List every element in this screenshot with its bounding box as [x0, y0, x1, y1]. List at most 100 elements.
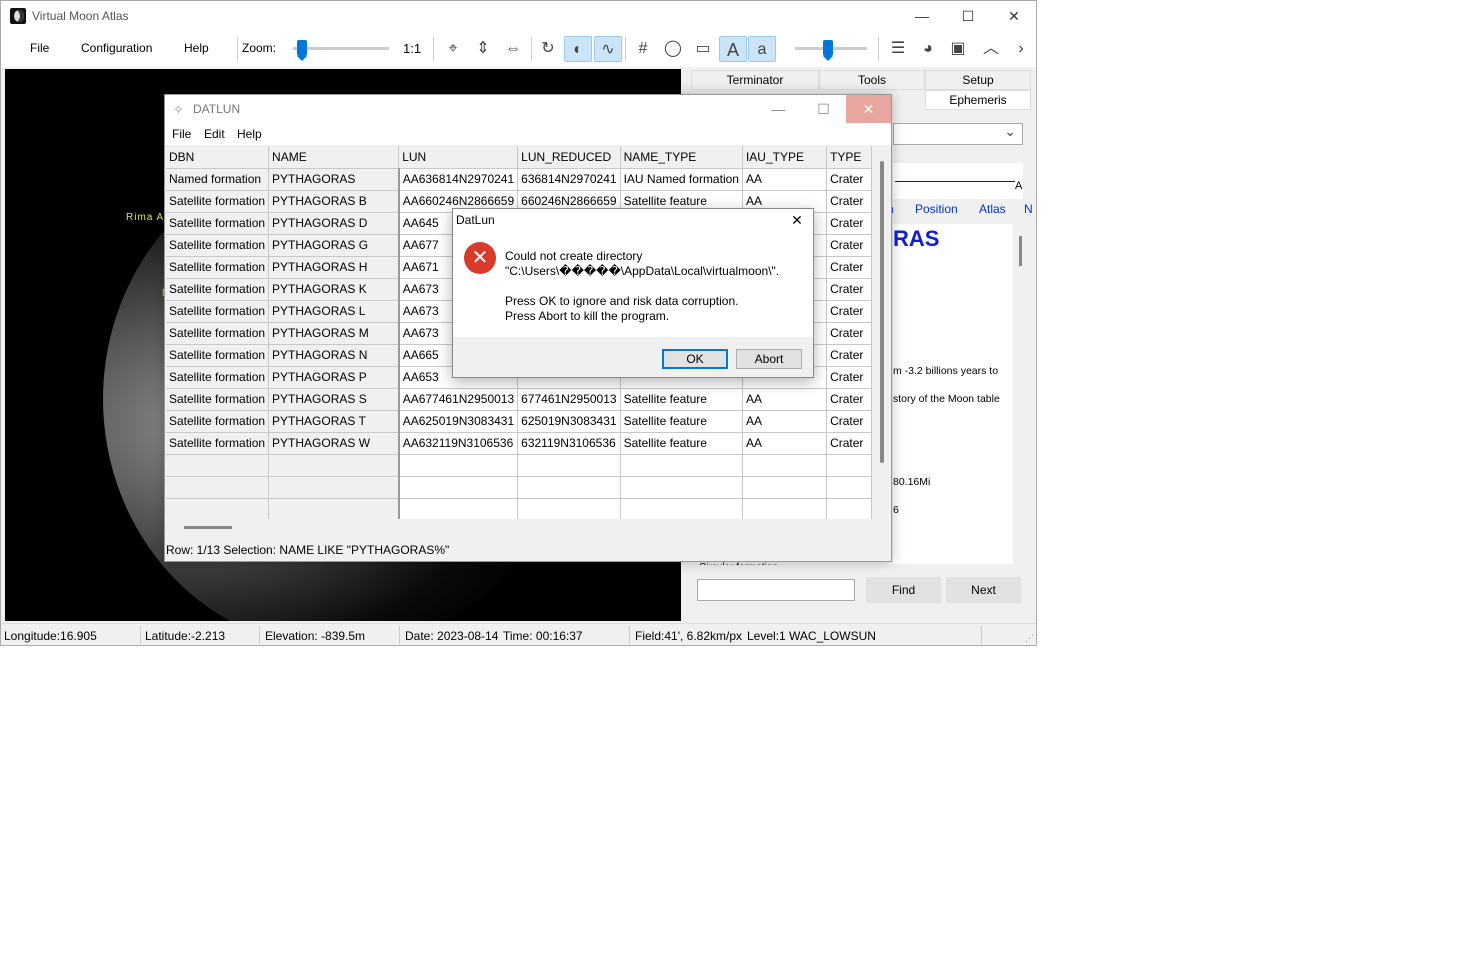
table-cell[interactable] — [166, 498, 270, 519]
table-cell[interactable] — [517, 476, 621, 499]
table-cell[interactable] — [398, 498, 519, 519]
flip-horizontal-icon[interactable]: ⇔ — [499, 36, 527, 62]
table-cell[interactable]: PYTHAGORAS S — [268, 388, 400, 411]
tab-setup[interactable]: Setup — [925, 70, 1031, 90]
column-header-type[interactable]: TYPE — [826, 146, 872, 169]
table-cell[interactable]: PYTHAGORAS L — [268, 300, 400, 323]
table-cell[interactable]: AA625019N3083431 — [398, 410, 519, 433]
search-input[interactable] — [697, 579, 855, 601]
table-cell[interactable] — [742, 498, 828, 519]
datlun-close-button[interactable]: ✕ — [846, 95, 891, 123]
phase-icon[interactable]: ◐ — [564, 36, 592, 62]
table-row[interactable]: Satellite formation PYTHAGORAS S AA677461N… — [166, 388, 872, 411]
minimize-button[interactable]: — — [899, 1, 945, 31]
formation-field[interactable]: A — [893, 163, 1023, 199]
zoom-slider-thumb[interactable] — [297, 40, 308, 61]
table-cell[interactable]: Satellite formation — [166, 212, 270, 235]
datlun-menu-help[interactable]: Help — [237, 127, 262, 141]
table-cell[interactable]: Satellite formation — [166, 322, 270, 345]
menu-file[interactable]: File — [30, 41, 49, 55]
table-cell[interactable]: 625019N3083431 — [517, 410, 621, 433]
table-cell[interactable]: Crater — [826, 410, 872, 433]
zoom-slider[interactable] — [293, 47, 389, 50]
table-cell[interactable]: Crater — [826, 388, 872, 411]
table-cell[interactable]: Satellite formation — [166, 388, 270, 411]
column-header-dbn[interactable]: DBN — [166, 146, 270, 169]
table-cell[interactable]: PYTHAGORAS T — [268, 410, 400, 433]
empty-table-row[interactable] — [166, 476, 872, 499]
chevron-up-icon[interactable]: ︿ — [977, 36, 1005, 62]
table-cell[interactable]: Crater — [826, 322, 872, 345]
table-cell[interactable] — [620, 498, 743, 519]
abort-button[interactable]: Abort — [736, 349, 802, 369]
table-cell[interactable] — [398, 454, 519, 477]
image-icon[interactable]: ▣ — [944, 36, 972, 62]
ok-button[interactable]: OK — [662, 349, 728, 369]
table-row[interactable]: Satellite formation PYTHAGORAS W AA632119N… — [166, 432, 872, 455]
maximize-button[interactable]: ☐ — [945, 1, 991, 31]
table-cell[interactable]: Crater — [826, 300, 872, 323]
scroll-thumb[interactable] — [184, 526, 232, 529]
table-cell[interactable]: PYTHAGORAS N — [268, 344, 400, 367]
table-cell[interactable]: Satellite formation — [166, 278, 270, 301]
table-cell[interactable]: Crater — [826, 344, 872, 367]
table-cell[interactable] — [826, 454, 872, 477]
globe-icon[interactable]: ◯ — [659, 36, 687, 62]
table-cell[interactable]: AA632119N3106536 — [398, 432, 519, 455]
table-cell[interactable]: Crater — [826, 366, 872, 389]
table-cell[interactable]: Satellite feature — [620, 388, 743, 411]
table-cell[interactable]: Satellite formation — [166, 432, 270, 455]
link-notes[interactable]: N — [1024, 202, 1033, 216]
table-cell[interactable]: Crater — [826, 278, 872, 301]
table-cell[interactable]: 677461N2950013 — [517, 388, 621, 411]
column-header-lun-reduced[interactable]: LUN_REDUCED — [517, 146, 621, 169]
table-cell[interactable]: Satellite formation — [166, 234, 270, 257]
column-header-name-type[interactable]: NAME_TYPE — [620, 146, 743, 169]
table-row[interactable]: Satellite formation PYTHAGORAS T AA625019N… — [166, 410, 872, 433]
brightness-slider-thumb[interactable] — [822, 40, 833, 61]
table-cell[interactable] — [742, 454, 828, 477]
grid-icon[interactable]: # — [629, 36, 657, 62]
table-cell[interactable] — [826, 498, 872, 519]
table-cell[interactable] — [268, 498, 400, 519]
table-cell[interactable] — [742, 476, 828, 499]
table-cell[interactable]: PYTHAGORAS H — [268, 256, 400, 279]
table-cell[interactable]: 632119N3106536 — [517, 432, 621, 455]
table-cell[interactable]: AA677461N2950013 — [398, 388, 519, 411]
table-cell[interactable] — [620, 454, 743, 477]
table-cell[interactable]: AA — [742, 410, 828, 433]
table-cell[interactable]: AA636814N2970241 — [398, 168, 519, 191]
close-button[interactable]: ✕ — [991, 1, 1037, 31]
table-cell[interactable]: Crater — [826, 212, 872, 235]
column-header-name[interactable]: NAME — [268, 146, 400, 169]
table-cell[interactable]: Satellite feature — [620, 410, 743, 433]
flip-vertical-icon[interactable]: ⇕ — [469, 36, 497, 62]
table-cell[interactable]: Satellite formation — [166, 366, 270, 389]
table-cell[interactable]: Satellite formation — [166, 256, 270, 279]
table-cell[interactable]: PYTHAGORAS P — [268, 366, 400, 389]
datlun-menu-edit[interactable]: Edit — [204, 127, 225, 141]
link-atlas[interactable]: Atlas — [979, 202, 1006, 216]
table-cell[interactable]: Satellite formation — [166, 300, 270, 323]
table-cell[interactable]: PYTHAGORAS B — [268, 190, 400, 213]
table-cell[interactable] — [268, 476, 400, 499]
tab-tools[interactable]: Tools — [819, 70, 925, 90]
scroll-thumb[interactable] — [880, 161, 884, 463]
scroll-thumb[interactable] — [1019, 236, 1022, 266]
menu-help[interactable]: Help — [184, 41, 209, 55]
empty-table-row[interactable] — [166, 498, 872, 519]
table-cell[interactable] — [517, 498, 621, 519]
table-cell[interactable]: AA — [742, 168, 828, 191]
link-position[interactable]: Position — [915, 202, 958, 216]
eclipse-icon[interactable]: ◕ — [914, 36, 942, 62]
column-header-iau-type[interactable]: IAU_TYPE — [742, 146, 828, 169]
table-cell[interactable]: Crater — [826, 256, 872, 279]
ruler-icon[interactable]: ▭ — [689, 36, 717, 62]
grid-horizontal-scrollbar[interactable] — [166, 519, 872, 537]
table-cell[interactable] — [620, 476, 743, 499]
find-button[interactable]: Find — [866, 577, 941, 603]
table-cell[interactable] — [826, 476, 872, 499]
table-cell[interactable]: PYTHAGORAS W — [268, 432, 400, 455]
libration-icon[interactable]: ∿ — [594, 36, 622, 62]
resize-grip-icon[interactable]: ⋰ — [1025, 633, 1034, 644]
